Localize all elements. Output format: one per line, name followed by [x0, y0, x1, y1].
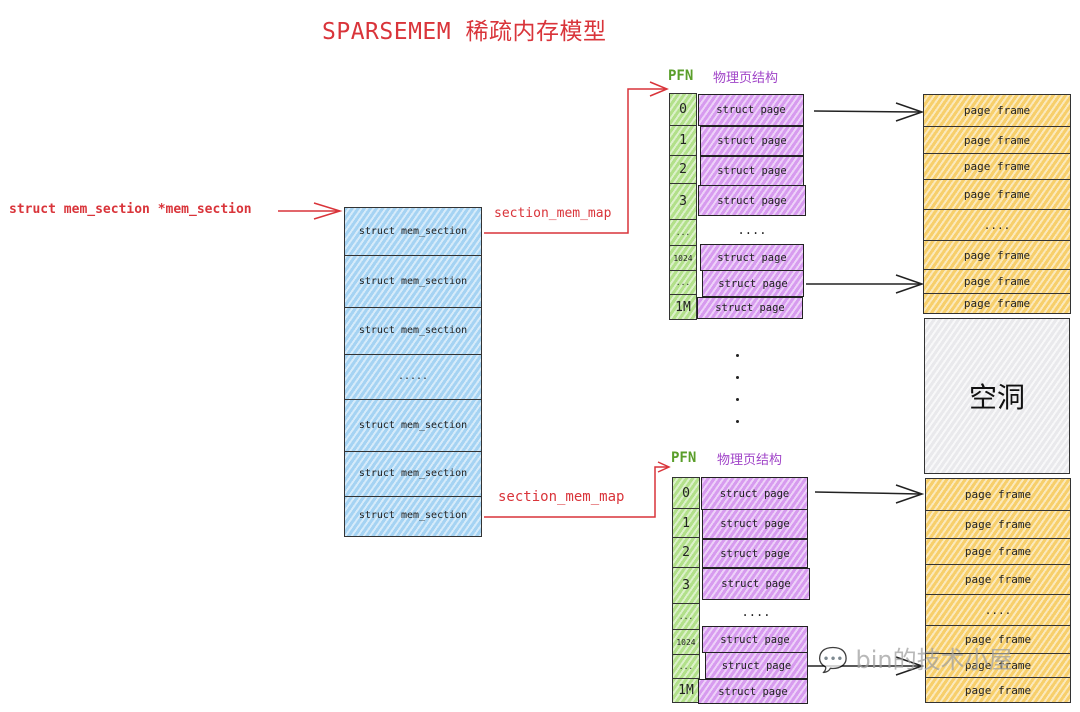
pfn-cell: 3 [670, 184, 696, 220]
continuation-dot [736, 354, 739, 357]
struct-page: struct page [698, 679, 808, 704]
page-frame: page frame [924, 270, 1070, 294]
page-frame: page frame [924, 154, 1070, 180]
pfn-cell: ... [670, 271, 696, 295]
struct-page: struct page [700, 126, 804, 156]
pfn-cell: 1M [678, 683, 694, 698]
struct-page: struct page [702, 509, 808, 539]
memory-hole: 空洞 [924, 318, 1070, 474]
mem-section-pointer-label: struct mem_section *mem_section [9, 202, 252, 217]
frame-arrows [806, 102, 925, 676]
pfn-cell: 2 [673, 538, 699, 568]
pfn-cell: 1024 [670, 246, 696, 271]
pfn-cell: ... [673, 655, 699, 679]
page-frame: page frame [963, 297, 1031, 310]
pfn-cell: 1024 [673, 630, 699, 655]
mem-section-array: struct mem_section struct mem_section st… [344, 207, 482, 537]
diagram-title: SPARSEMEM 稀疏内存模型 [322, 19, 607, 45]
pfn-cell: 0 [673, 478, 699, 509]
connector-lines [278, 81, 925, 676]
wechat-icon: 💬 [818, 646, 848, 674]
bottom-struct-page-header: 物理页结构 [717, 453, 783, 468]
pfn-cell: 1M [675, 299, 691, 315]
mem-section-cell: struct mem_section [345, 399, 481, 452]
mem-section-cell: struct mem_section [345, 208, 481, 256]
page-frame: page frame [926, 539, 1070, 565]
top-section-mem-map-label: section_mem_map [494, 206, 612, 221]
continuation-dot [736, 398, 739, 401]
struct-page: struct page [702, 626, 808, 653]
page-frame-ellipsis: .... [926, 595, 1070, 626]
struct-page-ellipsis: .... [741, 605, 771, 619]
page-frame-ellipsis: .... [924, 210, 1070, 241]
page-frame: page frame [924, 127, 1070, 154]
pfn-cell: 1 [670, 126, 696, 156]
pfn-cell: 2 [670, 156, 696, 184]
struct-page-ellipsis: .... [737, 223, 767, 237]
page-frame: page frame [924, 241, 1070, 270]
pfn-cell: ... [673, 604, 699, 630]
struct-page: struct page [698, 185, 806, 216]
page-frame: page frame [926, 479, 1070, 511]
pfn-cell: 3 [673, 568, 699, 604]
mem-section-cell: struct mem_section [358, 510, 468, 521]
bottom-pfn-header: PFN [671, 450, 697, 466]
pointer-arrow [278, 202, 343, 220]
continuation-dot [736, 420, 739, 423]
struct-page: struct page [700, 244, 804, 271]
watermark-text: bin的技术小屋 [855, 646, 1013, 674]
top-pfn-column: 0 1 2 3 ... 1024 ... 1M [669, 93, 697, 320]
bottom-pfn-column: 0 1 2 3 ... 1024 ... 1M [672, 477, 700, 703]
pfn-cell: 1 [673, 509, 699, 538]
pfn-cell: 0 [670, 94, 696, 126]
struct-page: struct page [702, 270, 804, 297]
bottom-section-mem-map-label: section_mem_map [498, 489, 625, 505]
page-frame: page frame [924, 95, 1070, 127]
mem-section-cell: struct mem_section [345, 307, 481, 355]
struct-page: struct page [698, 94, 804, 126]
top-pfn-header: PFN [668, 68, 694, 84]
struct-page: struct page [697, 297, 803, 319]
page-frame: page frame [964, 683, 1032, 697]
top-page-frames: page frame page frame page frame page fr… [923, 94, 1071, 314]
watermark: 💬 bin的技术小屋 [818, 640, 1013, 675]
mem-section-cell: struct mem_section [345, 451, 481, 497]
top-struct-page-header: 物理页结构 [713, 71, 779, 86]
page-frame: page frame [926, 565, 1070, 595]
struct-page: struct page [702, 568, 810, 600]
mem-section-ellipsis: ..... [345, 354, 481, 400]
continuation-dot [736, 376, 739, 379]
struct-page: struct page [701, 477, 808, 510]
struct-page: struct page [702, 539, 808, 568]
pfn-cell: ... [670, 220, 696, 246]
mem-section-cell: struct mem_section [345, 255, 481, 308]
struct-page: struct page [705, 652, 808, 679]
struct-page: struct page [700, 156, 804, 186]
page-frame: page frame [926, 511, 1070, 539]
page-frame: page frame [924, 180, 1070, 210]
